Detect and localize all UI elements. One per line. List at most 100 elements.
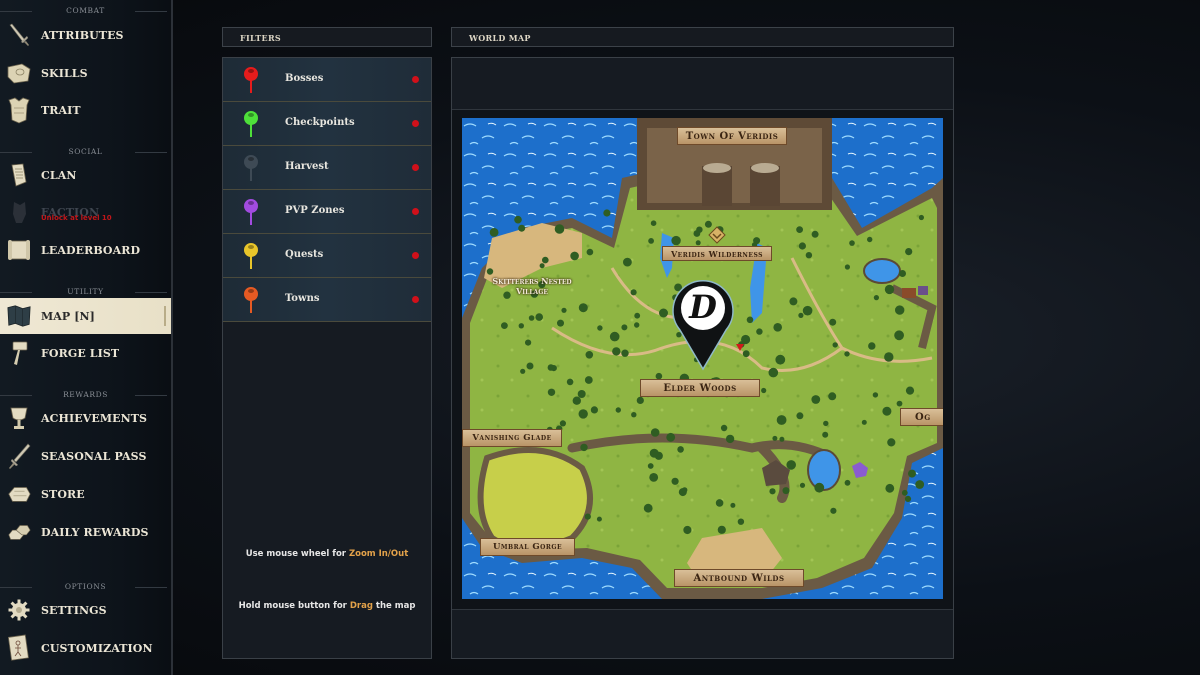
map-tree (814, 482, 825, 493)
map-tree (671, 235, 681, 246)
sidebar-item-forge-list[interactable]: FORGE LIST (0, 335, 171, 371)
armor-icon (6, 96, 32, 124)
map-tree (547, 388, 556, 396)
map-icon (6, 302, 32, 330)
filters-title: FILTERS (240, 33, 281, 43)
sidebar-item-seasonal-pass[interactable]: SEASONAL PASS (0, 438, 171, 474)
map-tree (844, 351, 850, 357)
sidebar-item-clan[interactable]: CLAN (0, 157, 171, 193)
filter-row-pvp-zones[interactable]: PVP Zones (223, 190, 431, 234)
location-label-antbound-wilds[interactable]: Antbound Wilds (674, 569, 804, 587)
filter-row-towns[interactable]: Towns (223, 278, 431, 322)
filter-row-harvest[interactable]: Harvest (223, 146, 431, 190)
location-label-elder-woods[interactable]: Elder Woods (640, 379, 760, 397)
sidebar: COMBAT ATTRIBUTES SKILLS TRAIT SOCIAL CL… (0, 0, 173, 675)
map-tree (647, 463, 654, 469)
map-tree (584, 513, 591, 520)
map-tree (899, 270, 906, 277)
map-tree (643, 503, 653, 513)
world-map-canvas[interactable]: Town Of Veridis Veridis Wilderness Skitt… (462, 118, 943, 599)
sidebar-item-label: CUSTOMIZATION (41, 641, 153, 655)
map-tree (489, 228, 499, 237)
map-tree (829, 318, 837, 326)
filter-toggle[interactable] (412, 76, 419, 83)
hint-text: Use mouse wheel for (245, 549, 349, 559)
map-tree (636, 396, 644, 404)
location-label-vanishing-glade[interactable]: Vanishing Glade (462, 429, 562, 447)
map-tree (895, 305, 905, 315)
sidebar-item-label: ACHIEVEMENTS (41, 411, 148, 425)
sidebar-item-daily-rewards[interactable]: DAILY REWARDS (0, 514, 171, 550)
filter-toggle[interactable] (412, 296, 419, 303)
player-location-marker[interactable]: D (670, 275, 736, 371)
sidebar-item-customization[interactable]: CUSTOMIZATION (0, 630, 171, 666)
map-tree (650, 428, 660, 437)
map-tree (823, 420, 829, 427)
map-tree (577, 390, 586, 398)
sword-icon (6, 442, 32, 470)
sidebar-item-label: LEADERBOARD (41, 243, 141, 257)
map-tree (609, 331, 620, 342)
filter-toggle[interactable] (412, 252, 419, 259)
location-label-umbral-gorge[interactable]: Umbral Gorge (480, 538, 575, 556)
filter-toggle[interactable] (412, 208, 419, 215)
map-tree (561, 307, 567, 313)
location-label-veridis-wilderness[interactable]: Veridis Wilderness (662, 246, 772, 261)
sidebar-item-label: MAP [N] (41, 309, 95, 323)
character-card-icon (6, 634, 32, 662)
filters-panel: Bosses Checkpoints Harvest PVP Zones Quests T… (222, 57, 432, 659)
map-tree (634, 322, 640, 328)
world-map-title: WORLD MAP (469, 33, 531, 43)
location-label-town-of-veridis[interactable]: Town Of Veridis (677, 127, 787, 145)
map-tree (730, 502, 736, 508)
helmet-icon (6, 198, 32, 226)
map-tree (798, 242, 806, 250)
sidebar-item-skills[interactable]: SKILLS (0, 55, 171, 91)
map-tree (520, 368, 526, 374)
sidebar-item-attributes[interactable]: ATTRIBUTES (0, 17, 171, 53)
checkpoint-crest-icon[interactable] (708, 226, 726, 244)
world-map-header: WORLD MAP (451, 27, 954, 47)
map-tree (904, 495, 912, 502)
map-tree (844, 264, 850, 270)
map-tree (590, 406, 598, 414)
filter-label: Checkpoints (285, 117, 355, 128)
map-tree (542, 256, 549, 264)
sidebar-item-map[interactable]: MAP [N] (0, 298, 171, 334)
map-tree (693, 230, 701, 237)
map-tree (557, 319, 564, 327)
filter-row-checkpoints[interactable]: Checkpoints (223, 102, 431, 146)
map-tree (596, 516, 602, 522)
filter-row-quests[interactable]: Quests (223, 234, 431, 278)
location-label-og[interactable]: Og (900, 408, 943, 426)
filter-label: Towns (285, 293, 320, 304)
map-tree (630, 289, 637, 296)
location-label-skitterers-nested-village[interactable]: Skitterers Nested Village (482, 276, 582, 296)
player-marker-letter: D (689, 288, 717, 326)
map-tree (742, 350, 750, 358)
map-pin-icon (243, 154, 259, 186)
map-tree (873, 295, 879, 301)
filter-toggle[interactable] (412, 164, 419, 171)
sidebar-item-achievements[interactable]: ACHIEVEMENTS (0, 400, 171, 436)
sidebar-item-store[interactable]: STORE (0, 476, 171, 512)
sword-icon (6, 21, 32, 49)
sidebar-item-leaderboard[interactable]: LEADERBOARD (0, 232, 171, 268)
filter-row-bosses[interactable]: Bosses (223, 58, 431, 102)
map-tree (514, 215, 522, 224)
sidebar-item-label: FORGE LIST (41, 346, 120, 360)
map-tree (528, 315, 535, 321)
map-tree (849, 240, 855, 246)
map-tree (908, 469, 916, 478)
map-tree (572, 396, 581, 405)
map-tree (773, 323, 782, 332)
sidebar-item-settings[interactable]: SETTINGS (0, 592, 171, 628)
sidebar-item-trait[interactable]: TRAIT (0, 92, 171, 128)
map-pin-icon (243, 242, 259, 274)
map-tree (811, 230, 819, 238)
zoom-hint: Use mouse wheel for Zoom In/Out (223, 549, 431, 559)
map-tree (915, 480, 925, 489)
filter-toggle[interactable] (412, 120, 419, 127)
gold-icon (6, 480, 32, 508)
map-tree (776, 415, 787, 425)
